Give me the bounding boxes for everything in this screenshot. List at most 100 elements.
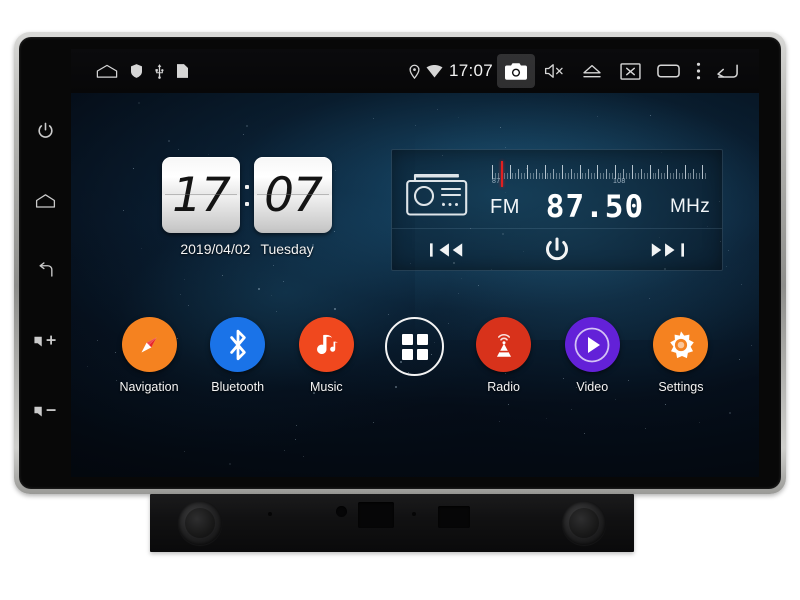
star	[284, 450, 286, 452]
tuner-tick	[643, 173, 645, 179]
prev-station-button[interactable]	[430, 241, 466, 259]
star	[741, 283, 742, 285]
tuner-tick	[547, 173, 549, 179]
star	[242, 134, 244, 136]
hw-volume-down-button[interactable]	[30, 395, 60, 425]
app-bluetooth[interactable]: Bluetooth	[196, 317, 280, 394]
clock-weekday: Tuesday	[260, 241, 314, 257]
tuner-tick	[521, 173, 523, 179]
star	[461, 278, 463, 280]
star	[436, 108, 438, 110]
tuner-tick	[646, 173, 648, 179]
app-video[interactable]: Video	[550, 317, 634, 394]
overflow-menu-icon[interactable]	[687, 54, 709, 88]
tuner-tick	[506, 173, 508, 179]
radio-tuner-scale[interactable]: 87 108	[492, 161, 708, 188]
tuner-tick	[562, 165, 564, 179]
hw-power-button[interactable]	[30, 115, 60, 145]
camera-icon[interactable]	[497, 54, 535, 88]
screen-off-icon[interactable]	[611, 54, 649, 88]
tuner-tick	[693, 169, 695, 179]
app-drawer[interactable]	[373, 317, 457, 384]
tuner-tick	[576, 173, 578, 179]
star	[183, 279, 185, 281]
clock-colon	[240, 184, 254, 206]
star	[499, 126, 501, 128]
star	[141, 247, 143, 249]
tuner-tick	[570, 169, 572, 179]
radio-widget[interactable]: 87 108 FM 87.50 MHz	[391, 149, 723, 271]
star	[123, 209, 125, 211]
star	[334, 308, 337, 311]
next-station-button[interactable]	[648, 241, 684, 259]
radio-tower-icon[interactable]	[476, 317, 532, 372]
tuner-max-label: 108	[612, 178, 626, 185]
tuner-tick	[667, 165, 669, 179]
tuner-tick	[687, 173, 689, 179]
play-icon[interactable]	[564, 317, 620, 372]
star	[180, 294, 182, 296]
app-radio[interactable]: Radio	[462, 317, 546, 394]
tuner-tick	[699, 173, 701, 179]
tuner-tick	[602, 173, 604, 179]
radio-power-button[interactable]	[542, 235, 572, 265]
star	[644, 428, 646, 430]
back-icon[interactable]	[709, 54, 743, 88]
tuner-min-label: 87	[492, 178, 501, 185]
tuner-tick	[608, 173, 610, 179]
radio-frequency-row: FM 87.50 MHz	[490, 189, 710, 225]
star	[584, 432, 586, 434]
flip-card-minutes: 07	[254, 157, 332, 233]
tuner-tick	[573, 173, 575, 179]
app-drawer-icon[interactable]	[385, 317, 445, 376]
tuner-tick	[544, 165, 546, 179]
tuner-tick	[678, 173, 680, 179]
hw-home-button[interactable]	[30, 185, 60, 215]
right-knob[interactable]	[562, 501, 606, 545]
music-note-icon[interactable]	[298, 317, 354, 372]
tuner-tick	[588, 169, 590, 179]
screw-hole-left	[268, 512, 272, 516]
tuner-tick	[635, 173, 637, 179]
star	[728, 250, 730, 252]
star	[283, 280, 285, 282]
clock-widget[interactable]: 17 07 2019/04/02 Tuesday	[156, 157, 338, 257]
star	[649, 297, 651, 299]
eject-icon[interactable]	[573, 54, 611, 88]
tuner-tick	[705, 173, 707, 179]
app-dock: Navigation Bluetooth Music Radio Video S…	[93, 317, 737, 427]
star	[373, 117, 375, 119]
star	[137, 102, 140, 105]
star	[272, 265, 274, 267]
app-label: Settings	[658, 380, 704, 394]
tuner-tick	[637, 173, 639, 179]
hw-volume-up-button[interactable]	[30, 325, 60, 355]
tuner-tick	[658, 169, 660, 179]
hw-back-button[interactable]	[30, 255, 60, 285]
app-label: Bluetooth	[211, 380, 265, 394]
left-knob[interactable]	[178, 501, 222, 545]
touchscreen[interactable]: 17:07 17 07 2019/04/02 Tuesday 87 108 FM…	[71, 49, 759, 477]
tuner-tick	[492, 165, 493, 179]
status-bar-right-controls: 17:07	[409, 54, 759, 88]
app-music[interactable]: Music	[284, 317, 368, 394]
star	[458, 292, 460, 294]
tuner-tick	[702, 165, 704, 179]
gear-icon[interactable]	[653, 317, 709, 372]
tuner-needle	[500, 161, 503, 187]
device-inner-frame: 17:07 17 07 2019/04/02 Tuesday 87 108 FM…	[19, 37, 781, 489]
bluetooth-icon[interactable]	[210, 317, 266, 372]
mute-icon[interactable]	[535, 54, 573, 88]
compass-icon[interactable]	[121, 317, 177, 372]
star	[276, 311, 278, 313]
radio-icon	[406, 166, 468, 221]
wifi-icon	[426, 64, 443, 78]
home-icon[interactable]	[95, 64, 119, 78]
app-settings[interactable]: Settings	[639, 317, 723, 394]
star	[271, 294, 273, 296]
recents-icon[interactable]	[649, 54, 687, 88]
radio-controls	[392, 229, 722, 270]
tuner-tick	[684, 165, 686, 179]
app-navigation[interactable]: Navigation	[107, 317, 191, 394]
tuner-tick	[629, 173, 631, 179]
